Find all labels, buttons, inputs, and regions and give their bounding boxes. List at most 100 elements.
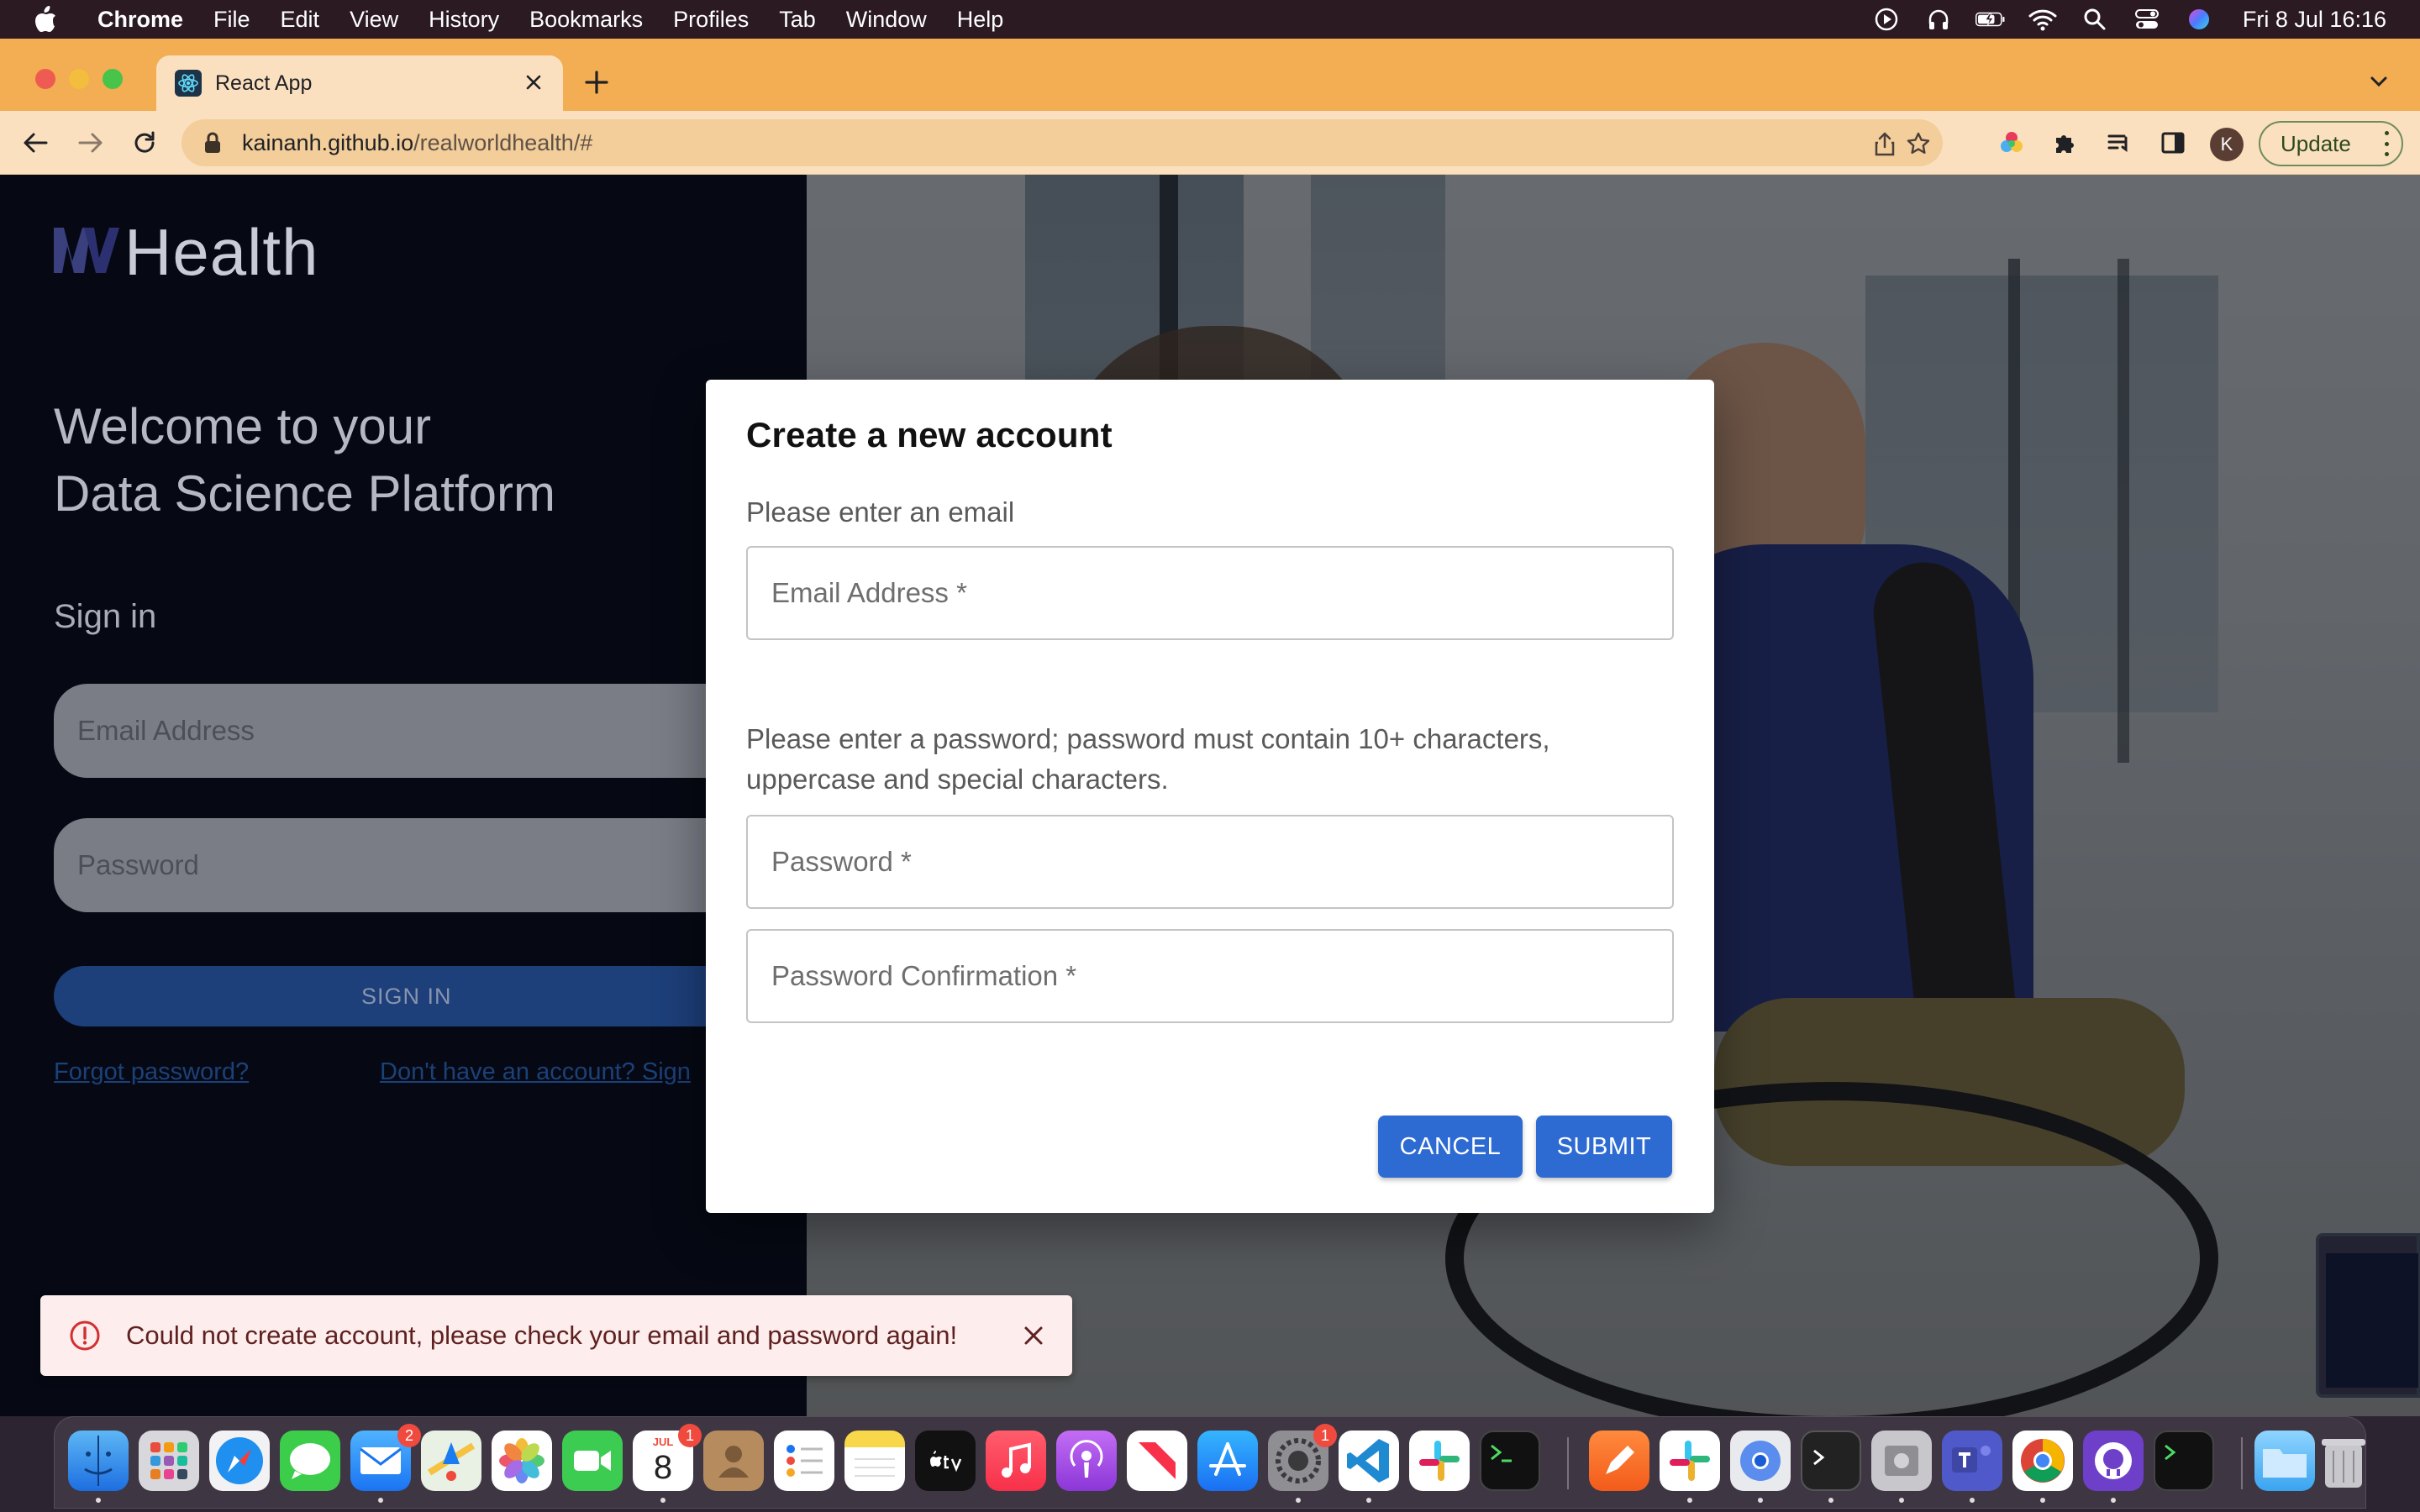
podcasts-icon[interactable]: [1056, 1431, 1117, 1491]
url-text[interactable]: kainanh.github.io/realworldhealth/#: [242, 130, 592, 156]
window-close-button[interactable]: [35, 69, 55, 89]
mail-badge: 2: [397, 1424, 421, 1447]
vscode-icon[interactable]: [1339, 1431, 1399, 1491]
menu-history[interactable]: History: [413, 7, 514, 33]
menu-help[interactable]: Help: [942, 7, 1019, 33]
music-icon[interactable]: [986, 1431, 1046, 1491]
slack-secondary-icon[interactable]: [1660, 1431, 1720, 1491]
reload-icon[interactable]: [128, 126, 161, 160]
headphones-icon[interactable]: [1923, 7, 1954, 32]
password-confirmation-field[interactable]: Password Confirmation *: [746, 929, 1674, 1023]
maps-icon[interactable]: [421, 1431, 481, 1491]
google-chrome-icon[interactable]: [2012, 1431, 2073, 1491]
reminders-icon[interactable]: [774, 1431, 834, 1491]
launchpad-icon[interactable]: [139, 1431, 199, 1491]
calendar-day: 8: [653, 1449, 673, 1486]
menu-clock[interactable]: Fri 8 Jul 16:16: [2243, 7, 2386, 33]
photos-icon[interactable]: [492, 1431, 552, 1491]
battery-icon[interactable]: [1975, 7, 2006, 32]
wifi-icon[interactable]: [2028, 7, 2058, 32]
iterm-icon[interactable]: [2154, 1431, 2214, 1491]
facetime-icon[interactable]: [562, 1431, 623, 1491]
bookmark-star-icon[interactable]: [1906, 131, 1931, 156]
github-desktop-icon[interactable]: [2083, 1431, 2144, 1491]
window-zoom-button[interactable]: [103, 69, 123, 89]
chrome-alt-icon[interactable]: [1730, 1431, 1791, 1491]
menu-window[interactable]: Window: [831, 7, 942, 33]
close-icon[interactable]: [1018, 1320, 1049, 1351]
signin-email-placeholder: Email Address: [77, 715, 255, 746]
error-outline-icon: [69, 1320, 101, 1352]
menu-app-name[interactable]: Chrome: [82, 7, 198, 33]
share-icon[interactable]: [1872, 131, 1897, 156]
health-logo: Health: [52, 215, 318, 289]
menu-view[interactable]: View: [334, 7, 413, 33]
messages-icon[interactable]: [280, 1431, 340, 1491]
dock-separator: [1567, 1437, 1569, 1489]
github-running-dot: [2111, 1498, 2116, 1503]
slack-icon[interactable]: [1409, 1431, 1470, 1491]
react-favicon-icon: [175, 70, 202, 97]
forward-arrow-icon[interactable]: [74, 126, 108, 160]
sketch-pen-icon[interactable]: [1589, 1431, 1649, 1491]
terminal-icon[interactable]: [1480, 1431, 1540, 1491]
welcome-heading: Welcome to your Data Science Platform: [54, 393, 743, 528]
dialog-title: Create a new account: [746, 415, 1113, 454]
screenshot-thumbnail[interactable]: [2316, 1233, 2420, 1398]
reading-list-icon[interactable]: [2104, 128, 2134, 158]
menu-file[interactable]: File: [198, 7, 266, 33]
profile-avatar[interactable]: K: [2210, 128, 2244, 161]
back-arrow-icon[interactable]: [18, 126, 52, 160]
teams-icon[interactable]: [1942, 1431, 2002, 1491]
tab-search-chevron-icon[interactable]: [2366, 69, 2391, 94]
address-bar[interactable]: kainanh.github.io/realworldhealth/#: [182, 119, 1943, 166]
url-path: /realworldhealth/#: [413, 129, 593, 155]
more-menu-icon[interactable]: [2385, 131, 2390, 156]
color-picker-extension-icon[interactable]: [1996, 128, 2027, 158]
menu-tab[interactable]: Tab: [764, 7, 831, 33]
control-center-icon[interactable]: [2132, 7, 2162, 32]
brand-name: Health: [124, 214, 319, 289]
disk-utility-icon[interactable]: [1871, 1431, 1932, 1491]
cancel-button[interactable]: CANCEL: [1378, 1116, 1523, 1178]
trash-icon[interactable]: [2318, 1431, 2379, 1491]
window-minimize-button[interactable]: [69, 69, 89, 89]
browser-tab-strip: React App: [0, 39, 2420, 111]
signin-password-input[interactable]: Password: [54, 818, 810, 912]
forgot-password-link[interactable]: Forgot password?: [54, 1058, 249, 1086]
menu-profiles[interactable]: Profiles: [658, 7, 764, 33]
signin-heading: Sign in: [54, 598, 157, 635]
signin-email-input[interactable]: Email Address: [54, 684, 810, 778]
lock-icon[interactable]: [203, 131, 224, 155]
spotlight-search-icon[interactable]: [2080, 7, 2110, 32]
siri-icon[interactable]: [2184, 7, 2214, 32]
menu-edit[interactable]: Edit: [266, 7, 335, 33]
signup-link[interactable]: Don't have an account? Sign: [380, 1058, 708, 1086]
teams-running-dot: [1970, 1498, 1975, 1503]
menu-bookmarks[interactable]: Bookmarks: [514, 7, 658, 33]
tab-close-icon[interactable]: [521, 70, 546, 95]
submit-button[interactable]: SUBMIT: [1536, 1116, 1672, 1178]
terminal-running-dot: [1828, 1498, 1833, 1503]
play-status-icon[interactable]: [1871, 7, 1902, 32]
new-tab-button[interactable]: [580, 66, 613, 99]
apple-tv-icon[interactable]: [915, 1431, 976, 1491]
signin-button[interactable]: SIGN IN: [54, 966, 810, 1026]
safari-icon[interactable]: [209, 1431, 270, 1491]
notes-icon[interactable]: [844, 1431, 905, 1491]
dock-separator-2: [2241, 1437, 2243, 1489]
browser-toolbar: kainanh.github.io/realworldhealth/# K Up…: [0, 111, 2420, 175]
side-panel-icon[interactable]: [2158, 128, 2188, 158]
apple-menu-icon[interactable]: [34, 6, 57, 33]
terminal-secondary-icon[interactable]: [1801, 1431, 1861, 1491]
downloads-folder-icon[interactable]: [2254, 1431, 2315, 1491]
news-icon[interactable]: [1127, 1431, 1187, 1491]
app-store-icon[interactable]: [1197, 1431, 1258, 1491]
password-field[interactable]: Password *: [746, 815, 1674, 909]
chrome-update-button[interactable]: Update: [2259, 121, 2403, 166]
browser-tab-active[interactable]: React App: [156, 55, 563, 111]
extensions-puzzle-icon[interactable]: [2050, 128, 2081, 158]
finder-icon[interactable]: [68, 1431, 129, 1491]
email-field[interactable]: Email Address *: [746, 546, 1674, 640]
contacts-icon[interactable]: [703, 1431, 764, 1491]
